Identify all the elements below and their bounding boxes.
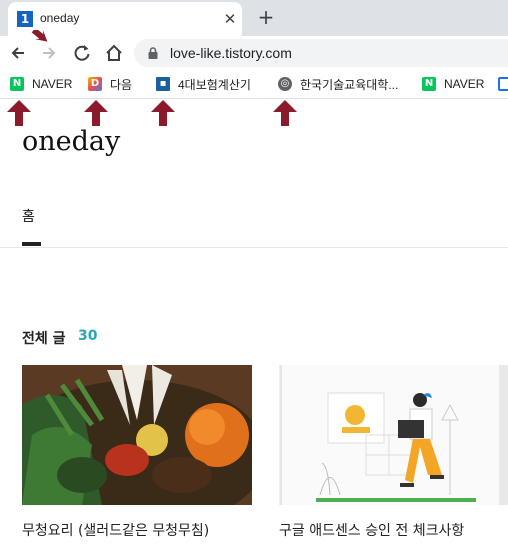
globe-icon: ◎: [278, 77, 292, 91]
lock-icon: [148, 47, 158, 59]
tab-strip: 1 oneday ✕ +: [0, 0, 508, 36]
annotation-arrow-icon: [84, 100, 108, 126]
bookmark-label: 4대보험계산기: [178, 77, 251, 92]
url-text: love-like.tistory.com: [170, 45, 292, 61]
post-title-2[interactable]: 구글 애드센스 승인 전 체크사항: [279, 520, 464, 540]
divider: [0, 247, 508, 248]
bookmark-overflow[interactable]: [498, 75, 508, 93]
home-icon[interactable]: [103, 42, 125, 64]
annotation-arrow-icon: [31, 30, 48, 42]
reload-icon[interactable]: [71, 42, 93, 64]
bookmark-calculator[interactable]: ▪ 4대보험계산기: [156, 75, 251, 93]
menu-active-indicator: [22, 242, 41, 246]
bookmark-koreatech[interactable]: ◎ 한국기술교육대학...: [278, 75, 398, 93]
bookmark-naver-2[interactable]: N NAVER: [422, 75, 484, 93]
bookmarks-bar: N NAVER D 다음 ▪ 4대보험계산기 ◎ 한국기술교육대학... N N…: [0, 70, 508, 99]
post-thumbnail-2[interactable]: [279, 365, 508, 505]
annotation-arrow-icon: [273, 100, 297, 126]
bookmark-label: NAVER: [32, 77, 73, 91]
annotation-arrow-icon: [151, 100, 175, 126]
browser-toolbar: love-like.tistory.com: [0, 36, 508, 70]
bookmark-label: 다음: [110, 77, 133, 92]
bookmark-label: 한국기술교육대학...: [300, 77, 399, 92]
menu-home[interactable]: 홈: [22, 206, 35, 226]
address-bar[interactable]: love-like.tistory.com: [134, 39, 508, 67]
new-tab-button[interactable]: +: [255, 6, 277, 28]
food-photo: [22, 365, 252, 505]
tab-title: oneday: [40, 11, 80, 25]
adsense-illustration: [280, 365, 508, 505]
section-heading: 전체 글: [22, 331, 66, 347]
daum-icon: D: [88, 77, 102, 91]
blog-title[interactable]: oneday: [22, 126, 120, 157]
close-tab-icon[interactable]: ✕: [221, 10, 239, 28]
post-thumbnail-partial: [499, 365, 508, 505]
calculator-icon: ▪: [156, 77, 170, 91]
bookmark-label: NAVER: [444, 77, 485, 91]
annotation-arrow-icon: [7, 100, 31, 126]
tab-favicon-icon: 1: [17, 11, 33, 27]
naver-icon: N: [10, 77, 24, 91]
post-title-1[interactable]: 무청요리 (샐러드같은 무청무침): [22, 520, 209, 540]
back-icon[interactable]: [7, 42, 29, 64]
bookmark-partial-icon: [498, 77, 508, 91]
post-thumbnail-1[interactable]: [22, 365, 252, 505]
bookmark-daum[interactable]: D 다음: [88, 75, 132, 93]
post-count: 30: [78, 328, 98, 344]
bookmark-naver[interactable]: N NAVER: [10, 75, 72, 93]
naver-icon: N: [422, 77, 436, 91]
